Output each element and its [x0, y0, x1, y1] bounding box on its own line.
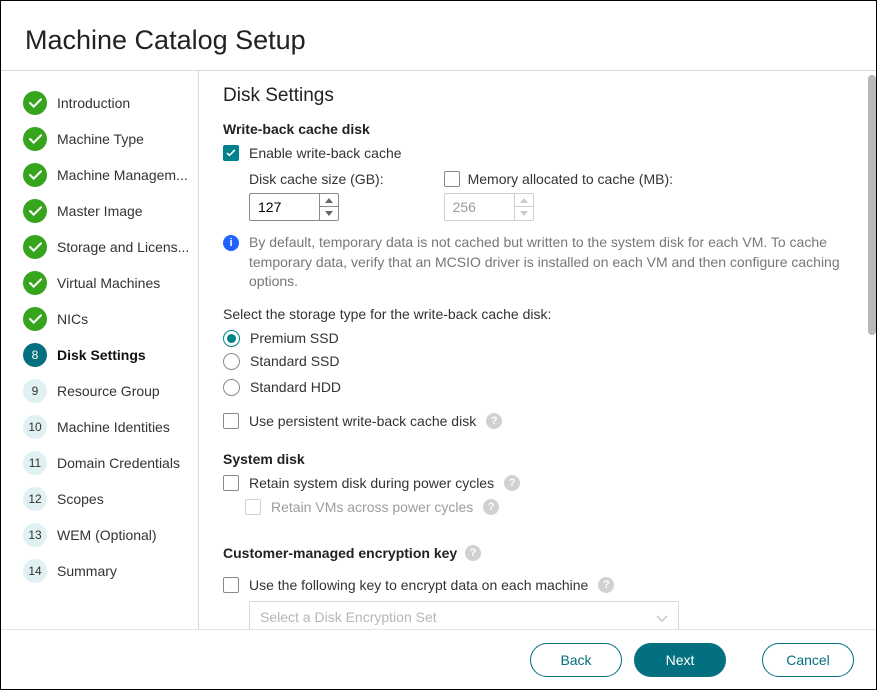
- disk-cache-size-input[interactable]: [249, 193, 319, 221]
- check-icon: [23, 235, 47, 259]
- help-icon[interactable]: ?: [598, 577, 614, 593]
- wizard-footer: Back Next Cancel: [1, 629, 876, 689]
- disk-cache-size-down[interactable]: [320, 207, 338, 220]
- wizard-body: Introduction Machine Type Machine Managem.…: [1, 71, 876, 631]
- step-label: Domain Credentials: [57, 455, 180, 471]
- help-icon[interactable]: ?: [504, 475, 520, 491]
- retain-system-disk-checkbox[interactable]: [223, 475, 239, 491]
- wizard-step-9[interactable]: 9 Resource Group: [23, 373, 190, 409]
- memory-allocated-checkbox[interactable]: [444, 171, 460, 187]
- info-icon: i: [223, 235, 239, 251]
- retain-vms-label: Retain VMs across power cycles: [271, 499, 473, 515]
- step-label: WEM (Optional): [57, 527, 157, 543]
- wizard-main: Disk Settings Write-back cache disk Enab…: [199, 71, 876, 631]
- page-heading: Disk Settings: [223, 85, 848, 107]
- disk-cache-size-up[interactable]: [320, 194, 338, 207]
- step-label: Scopes: [57, 491, 104, 507]
- retain-system-disk-label: Retain system disk during power cycles: [249, 475, 494, 491]
- writeback-info-text: By default, temporary data is not cached…: [249, 233, 848, 292]
- step-number-icon: 8: [23, 343, 47, 367]
- wizard-sidebar: Introduction Machine Type Machine Managem.…: [1, 71, 199, 631]
- check-icon: [23, 307, 47, 331]
- memory-allocated-down: [515, 207, 533, 220]
- wizard-step-12[interactable]: 12 Scopes: [23, 481, 190, 517]
- step-number-icon: 10: [23, 415, 47, 439]
- storage-premium-ssd-label: Premium SSD: [250, 330, 339, 346]
- scrollbar[interactable]: [868, 75, 876, 335]
- wizard-step-7[interactable]: NICs: [23, 301, 190, 337]
- back-button[interactable]: Back: [530, 643, 622, 677]
- wizard-step-6[interactable]: Virtual Machines: [23, 265, 190, 301]
- wizard-step-1[interactable]: Introduction: [23, 85, 190, 121]
- step-label: Master Image: [57, 203, 143, 219]
- wizard-step-13[interactable]: 13 WEM (Optional): [23, 517, 190, 553]
- step-label: Summary: [57, 563, 117, 579]
- step-number-icon: 9: [23, 379, 47, 403]
- section-writeback-cache: Write-back cache disk: [223, 121, 848, 137]
- memory-allocated-input: [444, 193, 514, 221]
- storage-standard-hdd-label: Standard HDD: [250, 379, 341, 395]
- use-encryption-key-label: Use the following key to encrypt data on…: [249, 577, 588, 593]
- step-label: Machine Managem...: [57, 167, 188, 183]
- storage-standard-ssd-radio[interactable]: [223, 353, 240, 370]
- memory-allocated-up: [515, 194, 533, 207]
- step-number-icon: 12: [23, 487, 47, 511]
- help-icon[interactable]: ?: [483, 499, 499, 515]
- check-icon: [23, 127, 47, 151]
- retain-vms-checkbox: [245, 499, 261, 515]
- wizard-step-8[interactable]: 8 Disk Settings: [23, 337, 190, 373]
- wizard-step-11[interactable]: 11 Domain Credentials: [23, 445, 190, 481]
- persistent-cache-label: Use persistent write-back cache disk: [249, 413, 476, 429]
- check-icon: [23, 91, 47, 115]
- check-icon: [23, 271, 47, 295]
- step-label: Resource Group: [57, 383, 160, 399]
- help-icon[interactable]: ?: [486, 413, 502, 429]
- enable-writeback-label: Enable write-back cache: [249, 145, 402, 161]
- wizard-header: Machine Catalog Setup: [1, 1, 876, 71]
- wizard-step-2[interactable]: Machine Type: [23, 121, 190, 157]
- use-encryption-key-checkbox[interactable]: [223, 577, 239, 593]
- wizard-step-10[interactable]: 10 Machine Identities: [23, 409, 190, 445]
- storage-premium-ssd-radio[interactable]: [223, 330, 240, 347]
- section-system-disk: System disk: [223, 451, 848, 467]
- check-icon: [23, 199, 47, 223]
- wizard-title: Machine Catalog Setup: [25, 25, 852, 56]
- storage-type-prompt: Select the storage type for the write-ba…: [223, 306, 848, 322]
- disk-cache-size-label: Disk cache size (GB):: [249, 171, 384, 187]
- enable-writeback-checkbox[interactable]: [223, 145, 239, 161]
- step-label: Disk Settings: [57, 347, 146, 363]
- wizard-step-14[interactable]: 14 Summary: [23, 553, 190, 589]
- wizard-step-5[interactable]: Storage and Licens...: [23, 229, 190, 265]
- chevron-down-icon: [656, 609, 668, 625]
- step-number-icon: 11: [23, 451, 47, 475]
- persistent-cache-checkbox[interactable]: [223, 413, 239, 429]
- wizard-step-4[interactable]: Master Image: [23, 193, 190, 229]
- step-label: NICs: [57, 311, 88, 327]
- memory-allocated-label: Memory allocated to cache (MB):: [468, 171, 673, 187]
- disk-encryption-set-dropdown: Select a Disk Encryption Set: [249, 601, 679, 631]
- storage-standard-hdd-radio[interactable]: [223, 379, 240, 396]
- next-button[interactable]: Next: [634, 643, 726, 677]
- cancel-button[interactable]: Cancel: [762, 643, 854, 677]
- step-label: Machine Identities: [57, 419, 170, 435]
- step-label: Storage and Licens...: [57, 239, 189, 255]
- step-label: Machine Type: [57, 131, 144, 147]
- step-label: Introduction: [57, 95, 130, 111]
- step-label: Virtual Machines: [57, 275, 160, 291]
- step-number-icon: 13: [23, 523, 47, 547]
- help-icon[interactable]: ?: [465, 545, 481, 561]
- wizard-step-3[interactable]: Machine Managem...: [23, 157, 190, 193]
- step-number-icon: 14: [23, 559, 47, 583]
- section-cmek: Customer-managed encryption key ?: [223, 545, 481, 561]
- storage-standard-ssd-label: Standard SSD: [250, 353, 340, 369]
- check-icon: [23, 163, 47, 187]
